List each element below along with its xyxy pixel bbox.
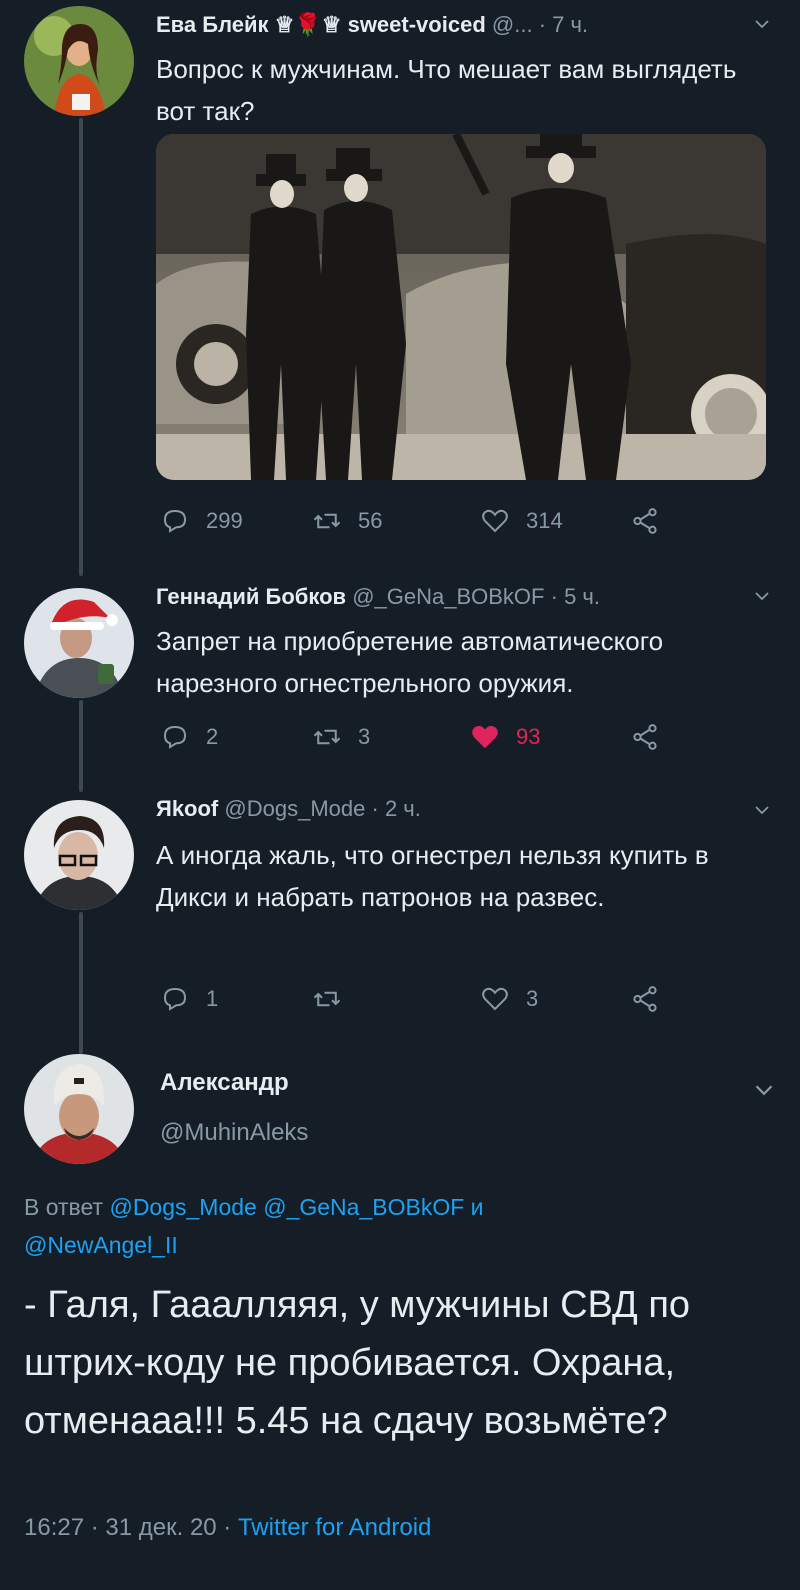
retweet-button[interactable] <box>312 982 358 1016</box>
chevron-down-icon[interactable] <box>754 802 770 818</box>
tweet-text: Вопрос к мужчинам. Что мешает вам выгляд… <box>156 54 737 126</box>
separator: · <box>371 796 385 821</box>
avatar[interactable] <box>24 6 134 116</box>
author-handle[interactable]: @MuhinAleks <box>160 1116 308 1150</box>
like-icon <box>482 509 508 533</box>
retweet-count: 56 <box>358 508 383 533</box>
author-name[interactable]: Геннадий Бобков <box>156 584 346 609</box>
tweet-text: А иногда жаль, что огнестрел нельзя купи… <box>156 840 709 912</box>
tweet-actions: 1 3 <box>160 982 720 1016</box>
share-icon <box>633 986 657 1012</box>
thread-line <box>79 912 83 1054</box>
retweet-button[interactable]: 3 <box>312 720 370 754</box>
timestamp: 16:27 · 31 дек. 20 · <box>24 1514 232 1541</box>
tweet-time: 5 ч. <box>564 584 600 609</box>
like-button[interactable]: 314 <box>480 504 563 538</box>
author-handle[interactable]: @_GeNa_BOBkOF <box>352 584 544 609</box>
main-tweet-text: - Галя, Гааалляяя, у мужчины СВД по штри… <box>24 1284 691 1442</box>
reply-mention[interactable]: @NewAngel_II <box>24 1232 178 1258</box>
like-count: 314 <box>526 508 563 533</box>
tweet-time: 7 ч. <box>552 12 589 37</box>
author-handle[interactable]: @... <box>492 12 533 37</box>
like-button[interactable]: 3 <box>480 982 538 1016</box>
like-count: 3 <box>526 986 539 1011</box>
retweet-button[interactable]: 56 <box>312 504 382 538</box>
author-name[interactable]: Александр <box>160 1066 289 1100</box>
reply-icon <box>163 509 187 533</box>
thread-line <box>79 700 83 792</box>
reply-button[interactable]: 2 <box>160 720 218 754</box>
reply-mention[interactable]: @_GeNa_BOBkOF <box>263 1194 464 1220</box>
author-name[interactable]: Яkoof <box>156 796 218 821</box>
thread-line <box>79 118 83 576</box>
reply-count: 2 <box>206 724 219 749</box>
tweet-image[interactable] <box>156 134 766 480</box>
reply-icon <box>163 725 187 749</box>
like-button[interactable]: 93 <box>470 720 540 754</box>
reply-icon <box>163 987 187 1011</box>
chevron-down-icon[interactable] <box>754 16 770 32</box>
like-icon <box>482 987 508 1011</box>
separator: · <box>538 12 553 37</box>
share-button[interactable] <box>630 720 676 754</box>
reply-to-line: В ответ @Dogs_Mode @_GeNa_BOBkOF и @NewA… <box>24 1188 624 1264</box>
share-icon <box>633 508 657 534</box>
retweet-icon <box>313 729 341 745</box>
chevron-down-icon[interactable] <box>754 1080 774 1100</box>
tweet-text: Запрет на приобретение автоматического н… <box>156 626 664 698</box>
author-name[interactable]: Ева Блейк ♕🌹♕ sweet-voiced <box>156 12 486 37</box>
avatar[interactable] <box>24 800 134 910</box>
retweet-icon <box>313 513 341 529</box>
reply-mention[interactable]: @Dogs_Mode <box>109 1194 256 1220</box>
chevron-down-icon[interactable] <box>754 588 770 604</box>
tweet-actions: 299 56 314 <box>160 504 720 538</box>
tweet-time: 2 ч. <box>384 796 421 821</box>
reply-button[interactable]: 1 <box>160 982 218 1016</box>
reply-count: 299 <box>206 508 243 533</box>
share-button[interactable] <box>630 504 676 538</box>
avatar[interactable] <box>24 588 134 698</box>
like-icon <box>472 725 498 749</box>
reply-and: и <box>470 1194 484 1220</box>
avatar[interactable] <box>24 1054 134 1164</box>
like-count: 93 <box>516 724 541 749</box>
tweet-actions: 2 3 93 <box>160 720 720 754</box>
author-handle[interactable]: @Dogs_Mode <box>224 796 365 821</box>
reply-button[interactable]: 299 <box>160 504 243 538</box>
separator: · <box>550 584 565 609</box>
reply-prefix: В ответ <box>24 1194 104 1220</box>
retweet-count: 3 <box>358 724 371 749</box>
share-icon <box>633 724 657 750</box>
tweet-meta: 16:27 · 31 дек. 20 · Twitter for Android <box>24 1510 431 1546</box>
source-link[interactable]: Twitter for Android <box>238 1514 431 1541</box>
retweet-icon <box>313 991 341 1007</box>
share-button[interactable] <box>630 982 676 1016</box>
reply-count: 1 <box>206 986 219 1011</box>
